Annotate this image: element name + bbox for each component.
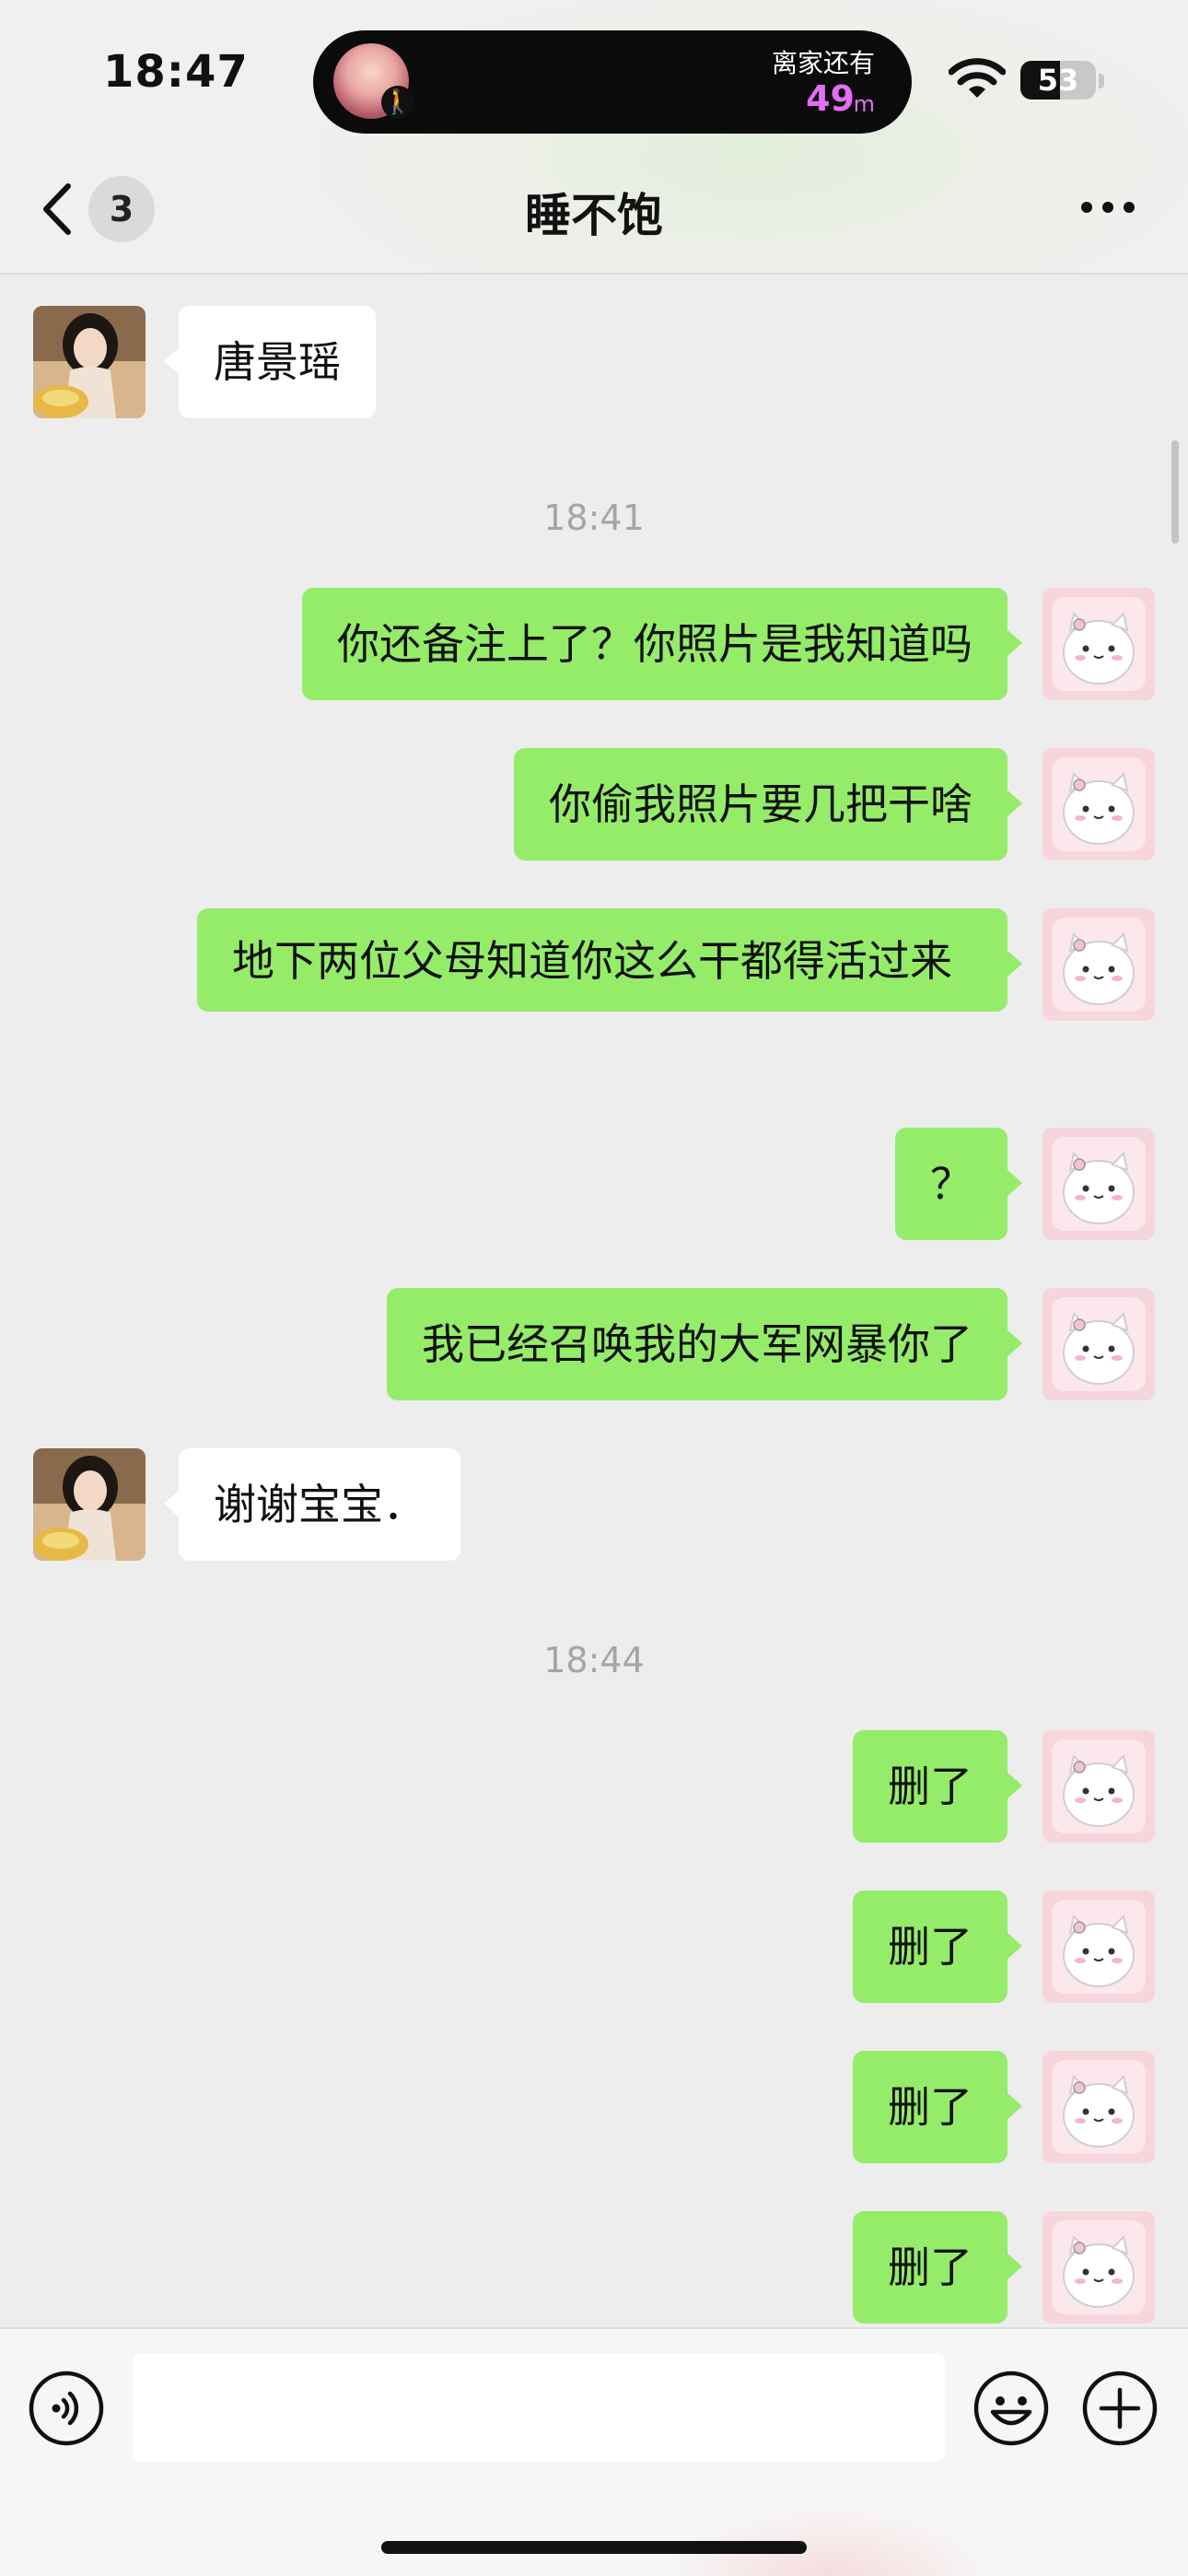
incoming-message: 唐景瑶 [0,306,1188,418]
chat-title: 睡不饱 [525,189,663,242]
incoming-message: 谢谢宝宝． [0,1448,1188,1561]
my-avatar[interactable] [1042,748,1155,861]
message-input[interactable] [133,2353,945,2462]
outgoing-message: 你偷我照片要几把干啥 [0,748,1188,861]
message-bubble[interactable]: 谢谢宝宝． [164,1448,460,1561]
battery-cap [1099,74,1104,88]
chevron-left-icon[interactable] [37,181,83,238]
status-time: 18:47 [103,46,249,98]
my-avatar[interactable] [1042,1288,1155,1400]
voice-icon[interactable] [28,2370,105,2447]
header-area: 18:47 🚶 离家还有 49 m 53 3 睡不饱 [0,0,1188,275]
message-bubble[interactable]: 删了 [853,2211,1022,2324]
my-avatar[interactable] [1042,2051,1155,2163]
unread-count-badge[interactable]: 3 [88,176,155,242]
contact-avatar[interactable] [33,306,146,418]
my-avatar[interactable] [1042,908,1155,1021]
contact-avatar[interactable] [33,1448,146,1561]
dynamic-island[interactable]: 🚶 离家还有 49 m [313,30,912,134]
outgoing-message: 删了 [0,1891,1188,2003]
outgoing-message: 删了 [0,2051,1188,2163]
message-bubble[interactable]: 删了 [853,2051,1022,2163]
outgoing-message: ？ [0,1128,1188,1240]
outgoing-message: 删了 [0,2211,1188,2324]
my-avatar[interactable] [1042,2211,1155,2324]
message-bubble[interactable]: 删了 [853,1891,1022,2003]
message-bubble[interactable]: 删了 [853,1730,1022,1843]
message-bubble[interactable]: 你还备注上了？你照片是我知道吗 [302,588,1022,700]
outgoing-message: 我已经召唤我的大军网暴你了 [0,1288,1188,1400]
my-avatar[interactable] [1042,588,1155,700]
message-bubble[interactable]: 地下两位父母知道你这么干都得活过来 [197,908,1022,1012]
more-dots-icon[interactable] [1079,193,1136,221]
emoji-icon[interactable] [973,2370,1050,2447]
chat-screen: 18:47 🚶 离家还有 49 m 53 3 睡不饱 唐景瑶 18:41 你还备… [0,0,1188,2576]
my-avatar[interactable] [1042,1730,1155,1843]
message-bubble[interactable]: 你偷我照片要几把干啥 [514,748,1022,861]
message-timestamp: 18:41 [543,498,645,538]
outgoing-message: 你还备注上了？你照片是我知道吗 [0,588,1188,700]
outgoing-message: 地下两位父母知道你这么干都得活过来 [0,908,1188,1080]
plus-icon[interactable] [1081,2370,1159,2447]
message-timestamp: 18:44 [543,1640,645,1680]
my-avatar[interactable] [1042,1128,1155,1240]
outgoing-message: 删了 [0,1730,1188,1843]
message-bubble[interactable]: 唐景瑶 [164,306,376,418]
input-bar [0,2327,1188,2576]
activity-label: 离家还有 [771,48,875,78]
battery-indicator: 53 [1020,61,1096,100]
message-bubble[interactable]: 我已经召唤我的大军网暴你了 [387,1288,1022,1400]
walking-icon: 🚶 [381,86,414,119]
message-list[interactable]: 唐景瑶 18:41 你还备注上了？你照片是我知道吗你偷我照片要几把干啥地下两位父母知… [0,273,1188,2327]
battery-level: 53 [1037,63,1079,98]
wifi-icon [949,58,1006,98]
my-avatar[interactable] [1042,1891,1155,2003]
home-indicator[interactable] [381,2541,807,2554]
activity-distance: 49 [806,78,855,119]
activity-unit: m [853,91,875,117]
message-bubble[interactable]: ？ [895,1128,1022,1240]
